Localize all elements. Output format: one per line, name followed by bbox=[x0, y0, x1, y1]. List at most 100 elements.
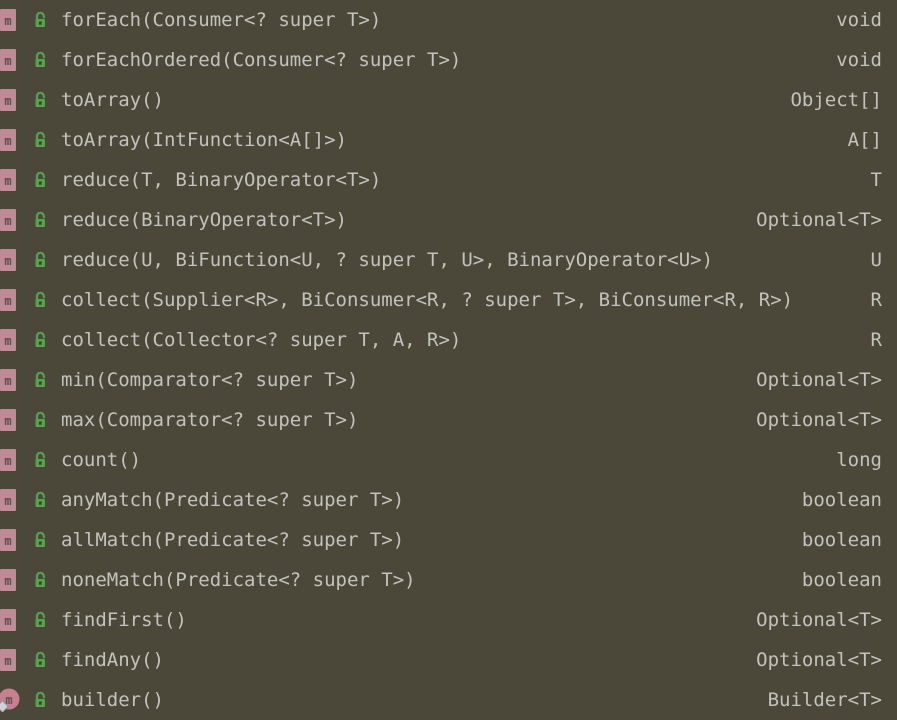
completion-item[interactable]: m toArray() Object[] bbox=[0, 80, 897, 120]
static-method-icon: m bbox=[0, 688, 23, 712]
unlocked-padlock-icon bbox=[31, 650, 51, 670]
svg-text:m: m bbox=[4, 374, 11, 388]
method-signature: max(Comparator<? super T>) bbox=[61, 408, 359, 431]
unlocked-padlock-icon bbox=[31, 370, 51, 390]
method-signature: allMatch(Predicate<? super T>) bbox=[61, 528, 405, 551]
completion-item[interactable]: m collect(Supplier<R>, BiConsumer<R, ? su… bbox=[0, 280, 897, 320]
completion-item[interactable]: m forEachOrdered(Consumer<? super T>) void bbox=[0, 40, 897, 80]
method-signature: anyMatch(Predicate<? super T>) bbox=[61, 488, 405, 511]
svg-text:m: m bbox=[4, 494, 11, 508]
unlocked-padlock-icon bbox=[31, 170, 51, 190]
svg-text:m: m bbox=[4, 254, 11, 268]
method-icon: m bbox=[0, 129, 23, 151]
completion-item[interactable]: m max(Comparator<? super T>) Optional<T> bbox=[0, 400, 897, 440]
method-icon: m bbox=[0, 89, 23, 111]
method-signature: builder() bbox=[61, 688, 164, 711]
completion-item[interactable]: m builder() Builder<T> bbox=[0, 680, 897, 720]
method-signature: collect(Supplier<R>, BiConsumer<R, ? sup… bbox=[61, 288, 794, 311]
method-icon: m bbox=[0, 569, 23, 591]
completion-item[interactable]: m noneMatch(Predicate<? super T>) boolean bbox=[0, 560, 897, 600]
method-signature: collect(Collector<? super T, A, R>) bbox=[61, 328, 462, 351]
method-icon: m bbox=[0, 49, 23, 71]
unlocked-padlock-icon bbox=[31, 250, 51, 270]
svg-text:m: m bbox=[4, 574, 11, 588]
method-return-type: Object[] bbox=[790, 88, 882, 111]
method-return-type: boolean bbox=[801, 488, 882, 511]
method-return-type: void bbox=[836, 8, 882, 31]
completion-item[interactable]: m collect(Collector<? super T, A, R>) R bbox=[0, 320, 897, 360]
method-icon: m bbox=[0, 169, 23, 191]
unlocked-padlock-icon bbox=[31, 330, 51, 350]
svg-text:m: m bbox=[4, 294, 11, 308]
method-signature: toArray() bbox=[61, 88, 164, 111]
method-return-type: Optional<T> bbox=[756, 408, 882, 431]
method-icon: m bbox=[0, 289, 23, 311]
completion-item[interactable]: m count() long bbox=[0, 440, 897, 480]
completion-item[interactable]: m toArray(IntFunction<A[]>) A[] bbox=[0, 120, 897, 160]
unlocked-padlock-icon bbox=[31, 90, 51, 110]
unlocked-padlock-icon bbox=[31, 50, 51, 70]
unlocked-padlock-icon bbox=[31, 450, 51, 470]
unlocked-padlock-icon bbox=[31, 690, 51, 710]
method-return-type: void bbox=[836, 48, 882, 71]
method-return-type: U bbox=[870, 248, 882, 271]
svg-text:m: m bbox=[4, 54, 11, 68]
unlocked-padlock-icon bbox=[31, 570, 51, 590]
method-return-type: boolean bbox=[801, 568, 882, 591]
method-icon: m bbox=[0, 609, 23, 631]
unlocked-padlock-icon bbox=[31, 490, 51, 510]
completion-item[interactable]: m allMatch(Predicate<? super T>) boolean bbox=[0, 520, 897, 560]
completion-item[interactable]: m reduce(T, BinaryOperator<T>) T bbox=[0, 160, 897, 200]
unlocked-padlock-icon bbox=[31, 10, 51, 30]
method-return-type: Optional<T> bbox=[756, 208, 882, 231]
unlocked-padlock-icon bbox=[31, 530, 51, 550]
completion-item[interactable]: m findAny() Optional<T> bbox=[0, 640, 897, 680]
unlocked-padlock-icon bbox=[31, 290, 51, 310]
code-completion-popup[interactable]: m forEach(Consumer<? super T>) void m forEac… bbox=[0, 0, 897, 712]
method-icon: m bbox=[0, 489, 23, 511]
method-return-type: T bbox=[870, 168, 882, 191]
svg-text:m: m bbox=[4, 534, 11, 548]
svg-text:m: m bbox=[4, 414, 11, 428]
method-signature: min(Comparator<? super T>) bbox=[61, 368, 359, 391]
svg-text:m: m bbox=[4, 94, 11, 108]
unlocked-padlock-icon bbox=[31, 210, 51, 230]
method-icon: m bbox=[0, 449, 23, 471]
completion-item[interactable]: m reduce(U, BiFunction<U, ? super T, U>, … bbox=[0, 240, 897, 280]
method-return-type: Optional<T> bbox=[756, 368, 882, 391]
completion-item[interactable]: m anyMatch(Predicate<? super T>) boolean bbox=[0, 480, 897, 520]
method-icon: m bbox=[0, 409, 23, 431]
completion-item[interactable]: m forEach(Consumer<? super T>) void bbox=[0, 0, 897, 40]
method-signature: forEachOrdered(Consumer<? super T>) bbox=[61, 48, 462, 71]
svg-text:m: m bbox=[4, 174, 11, 188]
method-signature: findFirst() bbox=[61, 608, 187, 631]
completion-item[interactable]: m findFirst() Optional<T> bbox=[0, 600, 897, 640]
svg-text:m: m bbox=[4, 454, 11, 468]
svg-text:m: m bbox=[4, 134, 11, 148]
method-return-type: boolean bbox=[801, 528, 882, 551]
method-icon: m bbox=[0, 209, 23, 231]
method-icon: m bbox=[0, 649, 23, 671]
method-icon: m bbox=[0, 9, 23, 31]
method-icon: m bbox=[0, 249, 23, 271]
unlocked-padlock-icon bbox=[31, 610, 51, 630]
method-return-type: R bbox=[870, 288, 882, 311]
svg-text:m: m bbox=[4, 614, 11, 628]
method-signature: reduce(U, BiFunction<U, ? super T, U>, B… bbox=[61, 248, 714, 271]
unlocked-padlock-icon bbox=[31, 130, 51, 150]
method-icon: m bbox=[0, 369, 23, 391]
method-signature: count() bbox=[61, 448, 142, 471]
svg-text:m: m bbox=[4, 14, 11, 28]
method-signature: noneMatch(Predicate<? super T>) bbox=[61, 568, 416, 591]
method-signature: findAny() bbox=[61, 648, 164, 671]
method-return-type: R bbox=[870, 328, 882, 351]
method-return-type: Builder<T> bbox=[767, 688, 882, 711]
svg-text:m: m bbox=[4, 334, 11, 348]
svg-text:m: m bbox=[4, 654, 11, 668]
completion-item[interactable]: m reduce(BinaryOperator<T>) Optional<T> bbox=[0, 200, 897, 240]
method-icon: m bbox=[0, 329, 23, 351]
svg-text:m: m bbox=[4, 214, 11, 228]
method-icon: m bbox=[0, 529, 23, 551]
completion-item[interactable]: m min(Comparator<? super T>) Optional<T> bbox=[0, 360, 897, 400]
method-return-type: A[] bbox=[847, 128, 882, 151]
